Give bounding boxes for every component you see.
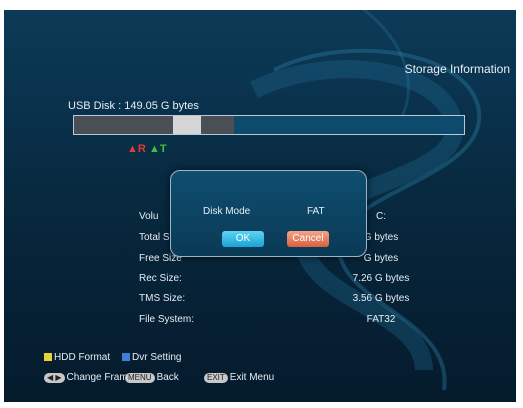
exit-menu-hint[interactable]: EXIT Exit Menu [204, 372, 274, 383]
yellow-key-icon [44, 353, 52, 361]
tms-marker-icon: ▲ [149, 143, 160, 155]
rec-marker: ▲R [127, 143, 146, 155]
change-frame-hint[interactable]: ◀ ▶ Change Fram [44, 372, 128, 383]
info-label-volume: Volu [139, 211, 159, 222]
info-label-rec-size: Rec Size: [139, 273, 182, 284]
info-value-file-system: FAT32 [366, 314, 396, 325]
back-hint[interactable]: MENU Back [125, 372, 179, 383]
rec-usage-segment [74, 116, 174, 134]
info-value-tms-size: 3.56 G bytes [352, 293, 410, 304]
left-right-key-icon: ◀ ▶ [44, 373, 65, 383]
disk-usage-bar [73, 115, 465, 135]
hdd-format-hint[interactable]: HDD Format [44, 352, 110, 363]
info-label-file-system: File System: [139, 314, 195, 325]
disk-capacity-label: USB Disk : 149.05 G bytes [68, 100, 199, 112]
storage-screen: Storage Information USB Disk : 149.05 G … [4, 10, 516, 402]
tms-usage-segment [173, 116, 202, 134]
disk-mode-value[interactable]: FAT [307, 206, 325, 217]
info-label-total-size: Total S [139, 232, 170, 243]
menu-key-icon: MENU [125, 373, 155, 383]
blue-key-icon [122, 353, 130, 361]
info-label-tms-size: TMS Size: [139, 293, 186, 304]
disk-mode-dialog: Disk Mode FAT OK Cancel [170, 170, 367, 257]
rec-marker-icon: ▲ [127, 143, 138, 155]
page-title: Storage Information [404, 62, 510, 76]
other-usage-segment [201, 116, 234, 134]
ok-button[interactable]: OK [222, 231, 264, 247]
dvr-setting-hint[interactable]: Dvr Setting [122, 352, 181, 363]
disk-mode-label: Disk Mode [203, 206, 251, 217]
cancel-button[interactable]: Cancel [287, 231, 329, 247]
exit-key-icon: EXIT [204, 373, 228, 383]
info-value-rec-size: 7.26 G bytes [352, 273, 410, 284]
tms-marker: ▲T [149, 143, 167, 155]
